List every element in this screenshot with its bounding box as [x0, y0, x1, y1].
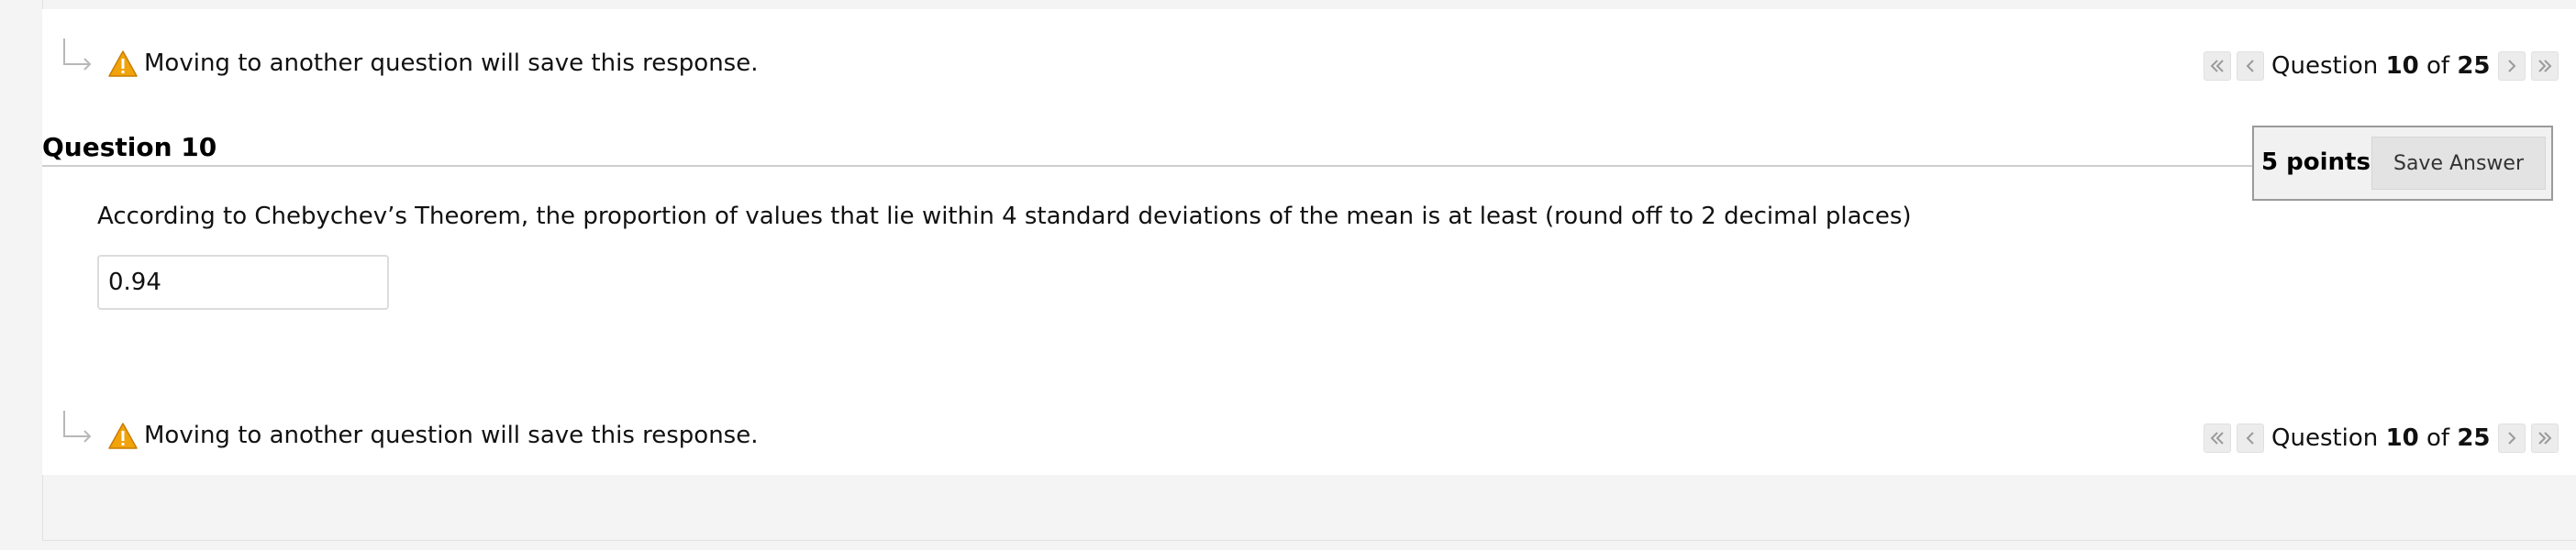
points-and-save-box: 5 points Save Answer: [2252, 126, 2553, 201]
chevron-left-icon: [2246, 60, 2254, 72]
answer-input[interactable]: [97, 255, 389, 310]
question-pager: Question 10 of 25: [2204, 51, 2564, 81]
save-notice-text: Moving to another question will save thi…: [144, 50, 759, 77]
double-chevron-right-icon: [2537, 60, 2551, 72]
top-question-navigation: Moving to another question will save thi…: [42, 37, 2576, 82]
points-label: 5 points: [2261, 148, 2371, 176]
question-word: Question: [2271, 424, 2379, 452]
question-position: Question 10 of 25: [2271, 424, 2491, 452]
next-question-button[interactable]: [2497, 424, 2526, 453]
first-question-button[interactable]: [2204, 424, 2231, 453]
corner-down-right-arrow-icon: [59, 37, 95, 73]
of-word: of: [2426, 424, 2450, 452]
save-answer-button[interactable]: Save Answer: [2371, 137, 2546, 190]
previous-question-button[interactable]: [2237, 424, 2264, 453]
question-word: Question: [2271, 52, 2379, 80]
question-position: Question 10 of 25: [2271, 52, 2491, 80]
chevron-right-icon: [2507, 432, 2515, 445]
bottom-question-navigation: Moving to another question will save thi…: [42, 409, 2576, 455]
question-title-divider: [42, 165, 2253, 167]
last-question-button[interactable]: [2530, 51, 2559, 81]
save-notice-text: Moving to another question will save thi…: [144, 422, 759, 449]
page-bottom-border: [42, 540, 2576, 541]
next-question-button[interactable]: [2497, 51, 2526, 81]
current-question-number: 10: [2385, 424, 2419, 452]
question-text: According to Chebychev’s Theorem, the pr…: [97, 203, 1912, 230]
previous-question-button[interactable]: [2237, 51, 2264, 81]
of-word: of: [2426, 52, 2450, 80]
first-question-button[interactable]: [2204, 51, 2231, 81]
double-chevron-right-icon: [2537, 432, 2551, 445]
warning-triangle-icon: [108, 422, 138, 451]
chevron-left-icon: [2246, 432, 2254, 445]
warning-triangle-icon: [108, 50, 138, 79]
chevron-right-icon: [2507, 60, 2515, 72]
last-question-button[interactable]: [2530, 424, 2559, 453]
corner-down-right-arrow-icon: [59, 409, 95, 446]
total-questions-number: 25: [2457, 52, 2491, 80]
current-question-number: 10: [2385, 52, 2419, 80]
question-pager: Question 10 of 25: [2204, 424, 2564, 453]
total-questions-number: 25: [2457, 424, 2491, 452]
question-title: Question 10: [42, 132, 217, 162]
double-chevron-left-icon: [2210, 432, 2224, 445]
double-chevron-left-icon: [2210, 60, 2224, 72]
